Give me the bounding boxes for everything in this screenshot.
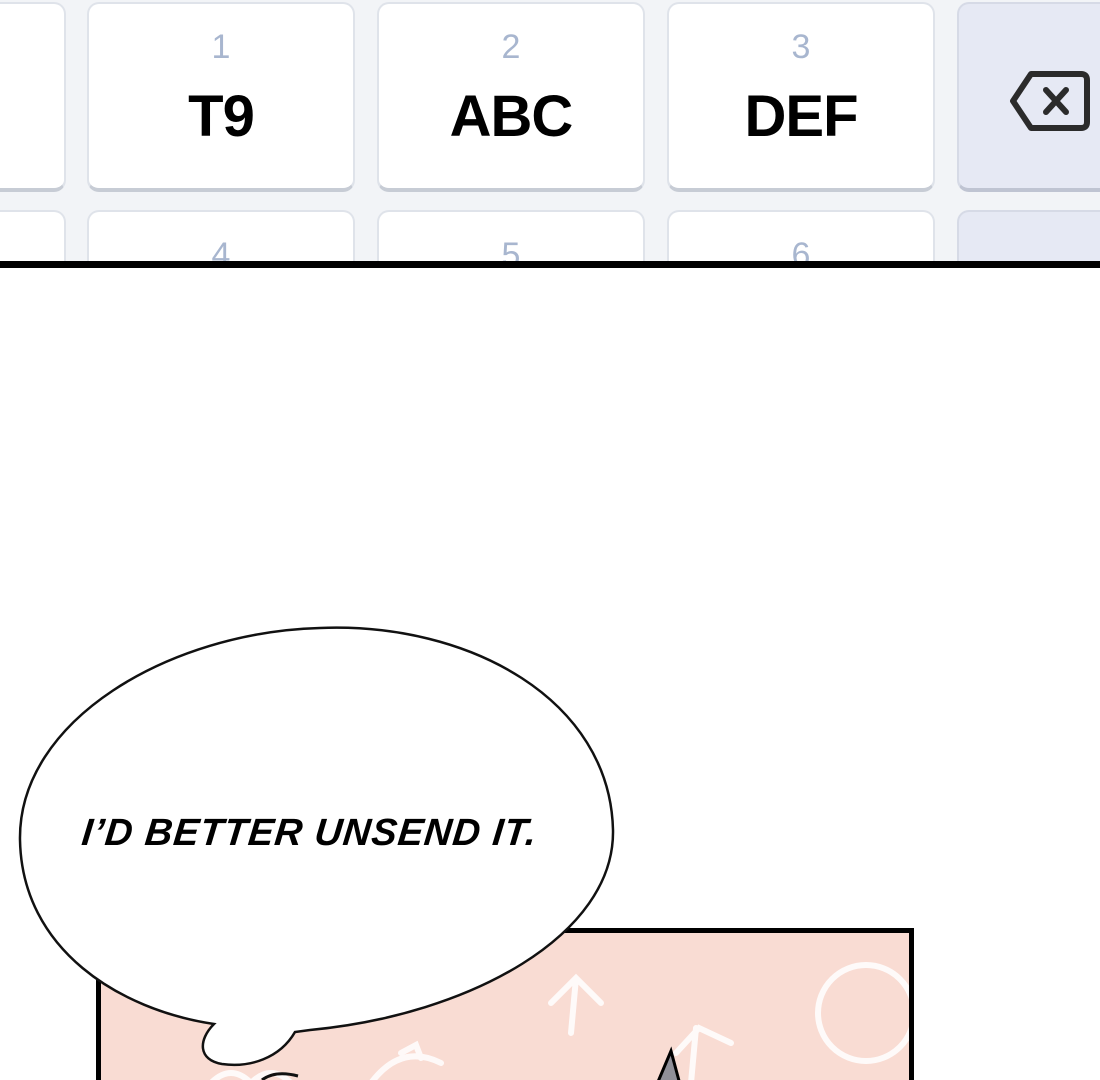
speech-bubble-text: I’D BETTER UNSEND IT. xyxy=(79,812,540,854)
page: 1 T9 2 ABC 3 DEF 4 5 6 I’D BETTER UNSEND… xyxy=(0,0,1100,1080)
speech-bubble xyxy=(18,626,615,1080)
